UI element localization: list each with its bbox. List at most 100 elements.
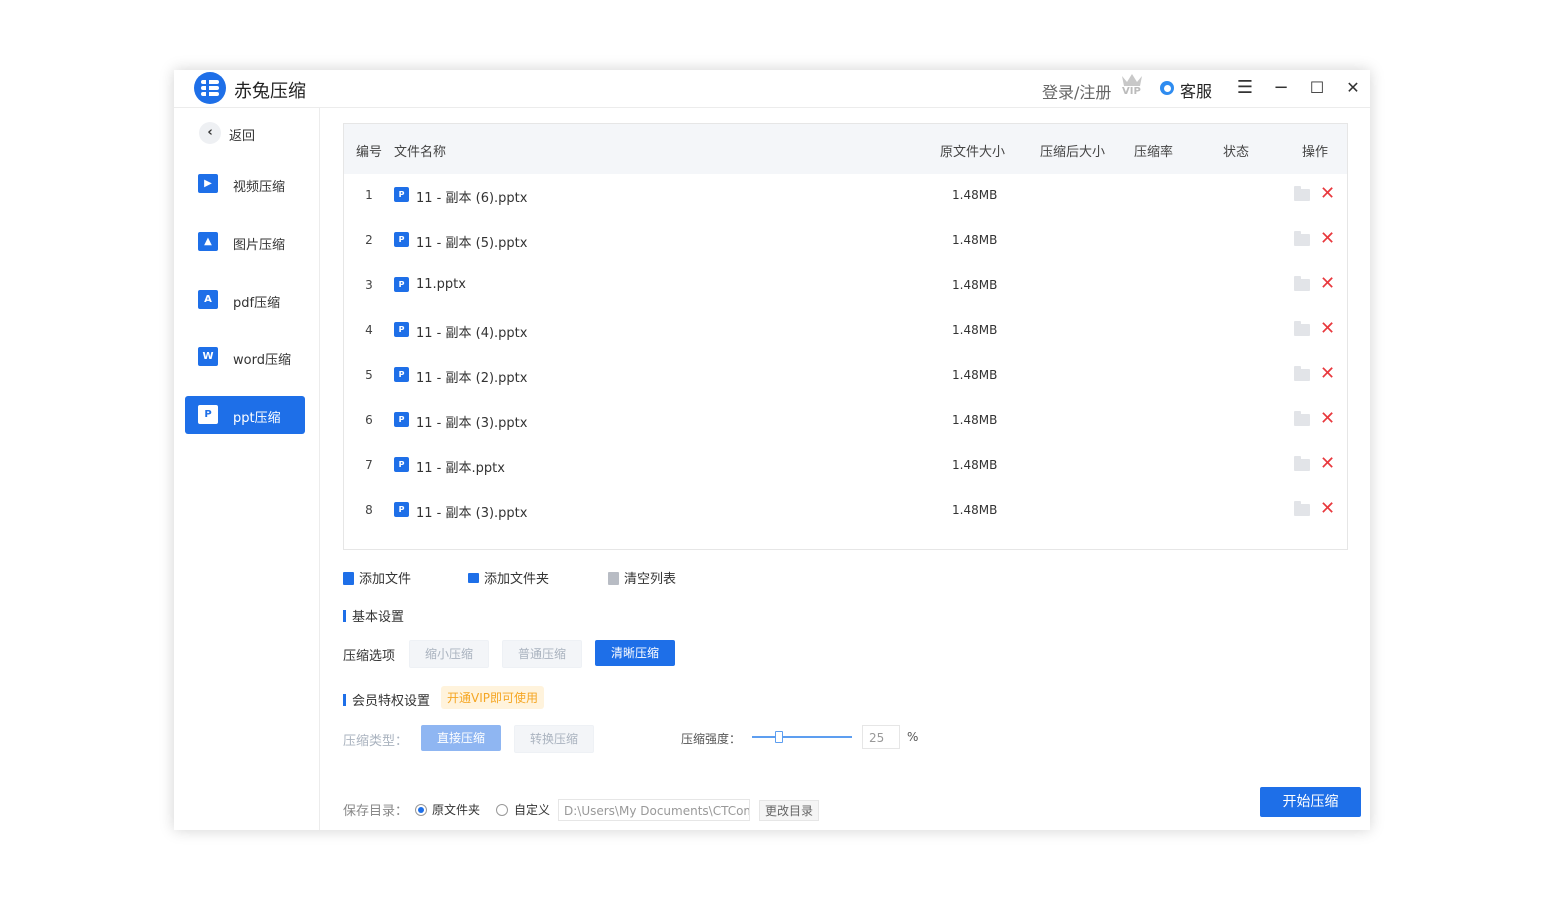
- type-direct-button[interactable]: 直接压缩: [421, 725, 501, 751]
- sidebar-item-word[interactable]: W word压缩: [185, 338, 305, 376]
- support-link[interactable]: 客服: [1180, 78, 1212, 102]
- table-row: 1 P 11 - 副本 (6).pptx 1.48MB ✕: [344, 174, 1347, 219]
- change-dir-button[interactable]: 更改目录: [759, 800, 819, 821]
- support-icon[interactable]: [1160, 81, 1174, 95]
- sidebar-item-label: pdf压缩: [233, 296, 281, 311]
- sidebar-item-ppt[interactable]: P ppt压缩: [185, 396, 305, 434]
- row-number: 5: [365, 368, 373, 382]
- delete-icon[interactable]: ✕: [1320, 273, 1335, 295]
- file-size: 1.48MB: [952, 233, 998, 247]
- file-size: 1.48MB: [952, 413, 998, 427]
- add-file-button[interactable]: 添加文件: [343, 568, 411, 587]
- sidebar-item-video[interactable]: ▶ 视频压缩: [185, 165, 305, 203]
- clear-list-button[interactable]: 清空列表: [608, 568, 676, 587]
- clear-list-label: 清空列表: [624, 572, 677, 587]
- option-clear-button[interactable]: 清晰压缩: [595, 640, 675, 666]
- delete-icon[interactable]: ✕: [1320, 228, 1335, 250]
- add-folder-label: 添加文件夹: [484, 572, 550, 587]
- strength-label: 压缩强度：: [681, 732, 742, 746]
- table-row: 7 P 11 - 副本.pptx 1.48MB ✕: [344, 444, 1347, 489]
- file-table: 编号 文件名称 原文件大小 压缩后大小 压缩率 状态 操作 1 P 11 - 副…: [343, 123, 1348, 550]
- table-header: 编号 文件名称 原文件大小 压缩后大小 压缩率 状态 操作: [344, 124, 1347, 174]
- strength-slider-handle[interactable]: [775, 731, 783, 743]
- strength-slider[interactable]: [752, 736, 852, 738]
- add-folder-button[interactable]: 添加文件夹: [468, 568, 549, 587]
- maximize-icon[interactable]: ☐: [1305, 76, 1329, 100]
- sidebar-item-label: ppt压缩: [233, 411, 281, 426]
- sidebar-item-label: word压缩: [233, 353, 291, 368]
- save-dir-label: 保存目录：: [343, 804, 409, 819]
- login-register-link[interactable]: 登录/注册: [1042, 79, 1111, 103]
- file-size: 1.48MB: [952, 503, 998, 517]
- file-name: 11 - 副本.pptx: [416, 461, 505, 476]
- title-bar: 赤兔压缩 登录/注册 VIP 客服 ☰ − ☐ ✕: [174, 70, 1370, 108]
- open-folder-icon[interactable]: [1294, 186, 1310, 201]
- type-convert-button[interactable]: 转换压缩: [514, 725, 594, 753]
- file-name: 11.pptx: [416, 277, 466, 292]
- sidebar-item-image[interactable]: ▲ 图片压缩: [185, 223, 305, 261]
- basic-settings-title: 基本设置: [343, 606, 404, 625]
- close-icon[interactable]: ✕: [1341, 76, 1365, 100]
- vip-tag[interactable]: 开通VIP即可使用: [441, 686, 544, 709]
- menu-icon[interactable]: ☰: [1233, 76, 1257, 100]
- app-title: 赤兔压缩: [234, 81, 306, 102]
- ppt-file-icon: P: [394, 502, 409, 517]
- open-folder-icon[interactable]: [1294, 456, 1310, 471]
- header-status: 状态: [1223, 145, 1250, 160]
- delete-icon[interactable]: ✕: [1320, 183, 1335, 205]
- sidebar-item-label: 图片压缩: [233, 238, 286, 253]
- delete-icon[interactable]: ✕: [1320, 408, 1335, 430]
- radio-custom-folder[interactable]: [496, 804, 508, 816]
- delete-icon[interactable]: ✕: [1320, 498, 1335, 520]
- ppt-file-icon: P: [394, 232, 409, 247]
- compress-type-label: 压缩类型：: [343, 734, 409, 749]
- file-size: 1.48MB: [952, 278, 998, 292]
- pdf-icon: A: [198, 290, 218, 309]
- word-icon: W: [198, 347, 218, 366]
- file-name: 11 - 副本 (5).pptx: [416, 236, 528, 251]
- sidebar: ‹ 返回 ▶ 视频压缩 ▲ 图片压缩 A pdf压缩 W word压缩 P pp…: [174, 108, 320, 830]
- row-number: 7: [365, 458, 373, 472]
- table-row: 4 P 11 - 副本 (4).pptx 1.48MB ✕: [344, 309, 1347, 354]
- vip-badge: VIP: [1122, 86, 1141, 97]
- strength-input[interactable]: 25: [862, 725, 900, 749]
- open-folder-icon[interactable]: [1294, 231, 1310, 246]
- ppt-file-icon: P: [394, 187, 409, 202]
- open-folder-icon[interactable]: [1294, 276, 1310, 291]
- file-size: 1.48MB: [952, 458, 998, 472]
- table-row: 5 P 11 - 副本 (2).pptx 1.48MB ✕: [344, 354, 1347, 399]
- file-name: 11 - 副本 (2).pptx: [416, 371, 528, 386]
- video-icon: ▶: [198, 174, 218, 193]
- open-folder-icon[interactable]: [1294, 321, 1310, 336]
- file-name: 11 - 副本 (3).pptx: [416, 506, 528, 521]
- sidebar-item-pdf[interactable]: A pdf压缩: [185, 281, 305, 319]
- header-orig-size: 原文件大小: [940, 145, 1006, 160]
- option-normal-button[interactable]: 普通压缩: [502, 640, 582, 668]
- delete-icon[interactable]: ✕: [1320, 318, 1335, 340]
- delete-icon[interactable]: ✕: [1320, 453, 1335, 475]
- add-file-label: 添加文件: [359, 572, 412, 587]
- start-compress-button[interactable]: 开始压缩: [1260, 787, 1361, 817]
- file-size: 1.48MB: [952, 368, 998, 382]
- delete-icon[interactable]: ✕: [1320, 363, 1335, 385]
- add-file-icon: [343, 572, 354, 585]
- table-row: 6 P 11 - 副本 (3).pptx 1.48MB ✕: [344, 399, 1347, 444]
- open-folder-icon[interactable]: [1294, 411, 1310, 426]
- option-shrink-button[interactable]: 缩小压缩: [409, 640, 489, 668]
- open-folder-icon[interactable]: [1294, 366, 1310, 381]
- row-number: 3: [365, 278, 373, 292]
- header-ratio: 压缩率: [1134, 145, 1174, 160]
- back-label: 返回: [229, 129, 256, 144]
- strength-unit: %: [907, 730, 919, 744]
- ppt-file-icon: P: [394, 277, 409, 292]
- file-name: 11 - 副本 (4).pptx: [416, 326, 528, 341]
- chevron-left-icon: ‹: [199, 122, 221, 144]
- save-path-input[interactable]: D:\Users\My Documents\CTCompr: [558, 799, 750, 821]
- ppt-file-icon: P: [394, 322, 409, 337]
- minimize-icon[interactable]: −: [1269, 76, 1293, 100]
- row-number: 6: [365, 413, 373, 427]
- radio-original-folder[interactable]: [415, 804, 427, 816]
- file-size: 1.48MB: [952, 188, 998, 202]
- ppt-file-icon: P: [394, 457, 409, 472]
- open-folder-icon[interactable]: [1294, 501, 1310, 516]
